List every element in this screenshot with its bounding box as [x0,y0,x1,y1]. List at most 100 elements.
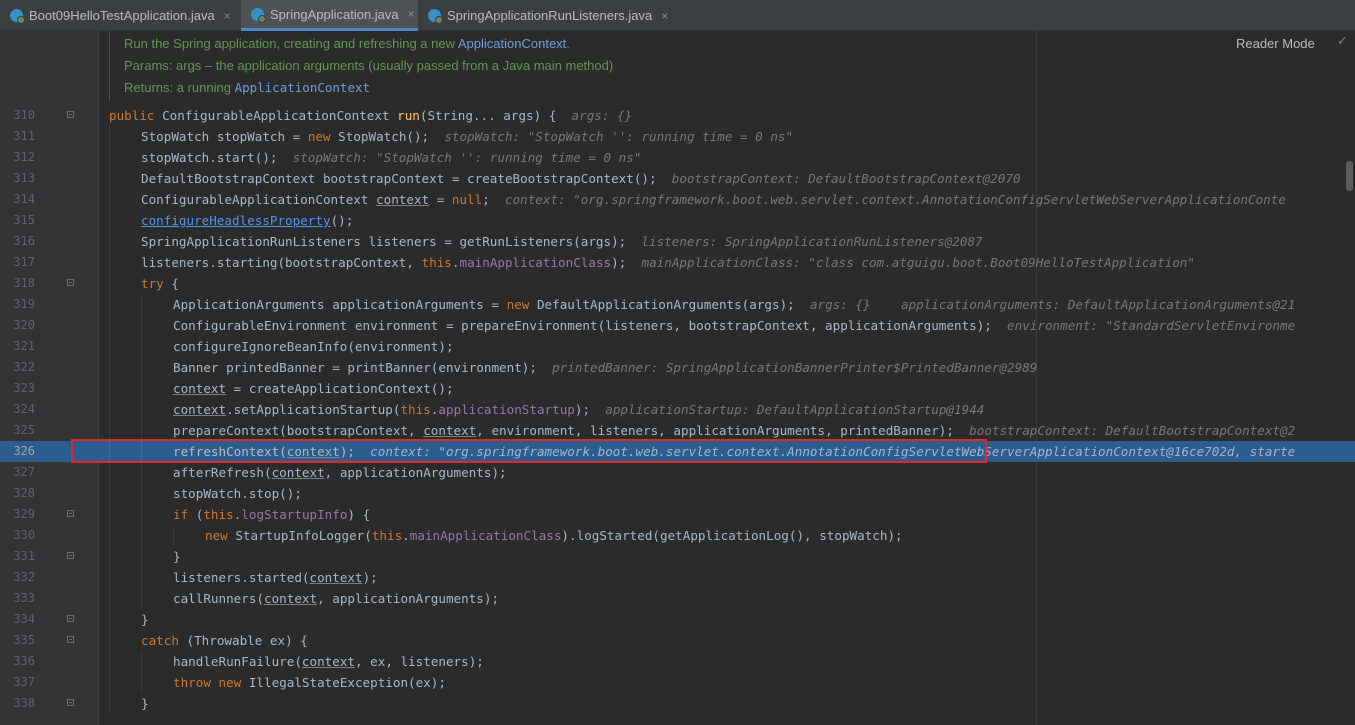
fold-marker-icon[interactable] [67,552,74,559]
code-line[interactable]: 327 afterRefresh(context, applicationArg… [0,462,1355,483]
inline-debug-value: args: {} [571,108,633,123]
close-icon[interactable]: × [408,7,415,21]
code-text: afterRefresh(context, applicationArgumen… [173,465,507,480]
code-line[interactable]: 315 configureHeadlessProperty(); [0,210,1355,231]
java-class-icon [428,9,443,24]
fold-marker-icon[interactable] [67,279,74,286]
line-number: 338 [13,696,35,710]
code-text: ConfigurableEnvironment environment = pr… [173,318,1296,333]
close-icon[interactable]: × [224,9,231,23]
code-line[interactable]: 329 if (this.logStartupInfo) { [0,504,1355,525]
line-number: 313 [13,171,35,185]
line-number: 312 [13,150,35,164]
line-number: 321 [13,339,35,353]
line-number: 336 [13,654,35,668]
javadoc-text: Run the Spring application, creating and… [124,36,458,51]
code-line[interactable]: 328 stopWatch.stop(); [0,483,1355,504]
code-text: ConfigurableApplicationContext context =… [141,192,1286,207]
inline-debug-value: bootstrapContext: DefaultBootstrapContex… [671,171,1021,186]
code-line[interactable]: 323 context = createApplicationContext()… [0,378,1355,399]
line-number: 319 [13,297,35,311]
code-text: StopWatch stopWatch = new StopWatch(); s… [141,129,794,144]
tab-label: SpringApplicationRunListeners.java [447,8,653,23]
code-line[interactable]: 312 stopWatch.start(); stopWatch: "StopW… [0,147,1355,168]
java-class-icon [251,7,266,23]
line-number: 328 [13,486,35,500]
reader-mode-toggle[interactable]: Reader Mode [1236,36,1315,51]
line-number: 320 [13,318,35,332]
line-number: 324 [13,402,35,416]
checkmark-icon[interactable]: ✓ [1337,34,1348,49]
code-line[interactable]: 332 listeners.started(context); [0,567,1355,588]
tab-spring-application[interactable]: SpringApplication.java × [241,0,418,31]
code-text: prepareContext(bootstrapContext, context… [173,423,1296,438]
code-line[interactable]: 333 callRunners(context, applicationArgu… [0,588,1355,609]
code-text: new StartupInfoLogger(this.mainApplicati… [205,528,903,543]
line-number: 310 [13,108,35,122]
line-number: 330 [13,528,35,542]
code-text: if (this.logStartupInfo) { [173,507,371,522]
line-number: 325 [13,423,35,437]
code-line[interactable]: 316 SpringApplicationRunListeners listen… [0,231,1355,252]
code-line[interactable]: 334 } [0,609,1355,630]
line-number: 317 [13,255,35,269]
code-line[interactable]: 337 throw new IllegalStateException(ex); [0,672,1355,693]
line-number: 314 [13,192,35,206]
line-number: 316 [13,234,35,248]
code-text: Banner printedBanner = printBanner(envir… [173,360,1038,375]
inline-debug-value: mainApplicationClass: "class com.atguigu… [641,255,1195,270]
rendered-javadoc: Run the Spring application, creating and… [109,31,1038,101]
close-icon[interactable]: × [661,9,668,23]
code-line[interactable]: 320 ConfigurableEnvironment environment … [0,315,1355,336]
code-line[interactable]: 318 try { [0,273,1355,294]
code-text: stopWatch.start(); stopWatch: "StopWatch… [141,150,642,165]
inline-debug-value: args: {} [809,297,871,312]
code-line[interactable]: 311 StopWatch stopWatch = new StopWatch(… [0,126,1355,147]
tab-boot09-hello-test-application[interactable]: Boot09HelloTestApplication.java × [0,0,241,31]
line-number: 315 [13,213,35,227]
tab-spring-application-run-listeners[interactable]: SpringApplicationRunListeners.java × [418,0,670,31]
code-text: SpringApplicationRunListeners listeners … [141,234,983,249]
inline-debug-value: stopWatch: "StopWatch '': running time =… [444,129,794,144]
fold-marker-icon[interactable] [67,636,74,643]
code-text: listeners.starting(bootstrapContext, thi… [141,255,1195,270]
code-line[interactable]: 313 DefaultBootstrapContext bootstrapCon… [0,168,1355,189]
fold-marker-icon[interactable] [67,510,74,517]
code-line[interactable]: 325 prepareContext(bootstrapContext, con… [0,420,1355,441]
line-number: 323 [13,381,35,395]
code-line[interactable]: 310 public ConfigurableApplicationContex… [0,105,1355,126]
code-line[interactable]: 324 context.setApplicationStartup(this.a… [0,399,1355,420]
inline-debug-value: listeners: SpringApplicationRunListeners… [641,234,983,249]
line-number: 332 [13,570,35,584]
line-number: 311 [13,129,35,143]
code-line[interactable]: 338 } [0,693,1355,714]
code-line[interactable]: 336 handleRunFailure(context, ex, listen… [0,651,1355,672]
code-text: throw new IllegalStateException(ex); [173,675,446,690]
code-line[interactable]: 331 } [0,546,1355,567]
code-line[interactable]: 335 catch (Throwable ex) { [0,630,1355,651]
code-line[interactable]: 330 new StartupInfoLogger(this.mainAppli… [0,525,1355,546]
code-text: handleRunFailure(context, ex, listeners)… [173,654,484,669]
code-line[interactable]: 317 listeners.starting(bootstrapContext,… [0,252,1355,273]
line-number: 334 [13,612,35,626]
inline-debug-value: applicationStartup: DefaultApplicationSt… [605,402,985,417]
javadoc-link-application-context[interactable]: ApplicationContext [235,80,370,95]
code-text: public ConfigurableApplicationContext ru… [109,108,633,123]
inline-debug-value: stopWatch: "StopWatch '': running time =… [292,150,642,165]
inline-debug-value: printedBanner: SpringApplicationBannerPr… [552,360,1038,375]
fold-marker-icon[interactable] [67,699,74,706]
javadoc-returns: Returns: a running ApplicationContext [124,80,370,95]
fold-marker-icon[interactable] [67,615,74,622]
code-text: try { [141,276,179,291]
code-text: ApplicationArguments applicationArgument… [173,297,1296,312]
code-line[interactable]: 322 Banner printedBanner = printBanner(e… [0,357,1355,378]
code-line[interactable]: 314 ConfigurableApplicationContext conte… [0,189,1355,210]
javadoc-link-application-context[interactable]: ApplicationContext [458,36,566,51]
code-text: configureIgnoreBeanInfo(environment); [173,339,454,354]
line-number: 318 [13,276,35,290]
fold-marker-icon[interactable] [67,111,74,118]
tab-label: Boot09HelloTestApplication.java [29,8,215,23]
code-line[interactable]: 321 configureIgnoreBeanInfo(environment)… [0,336,1355,357]
inline-debug-value: bootstrapContext: DefaultBootstrapContex… [969,423,1296,438]
code-line[interactable]: 319 ApplicationArguments applicationArgu… [0,294,1355,315]
